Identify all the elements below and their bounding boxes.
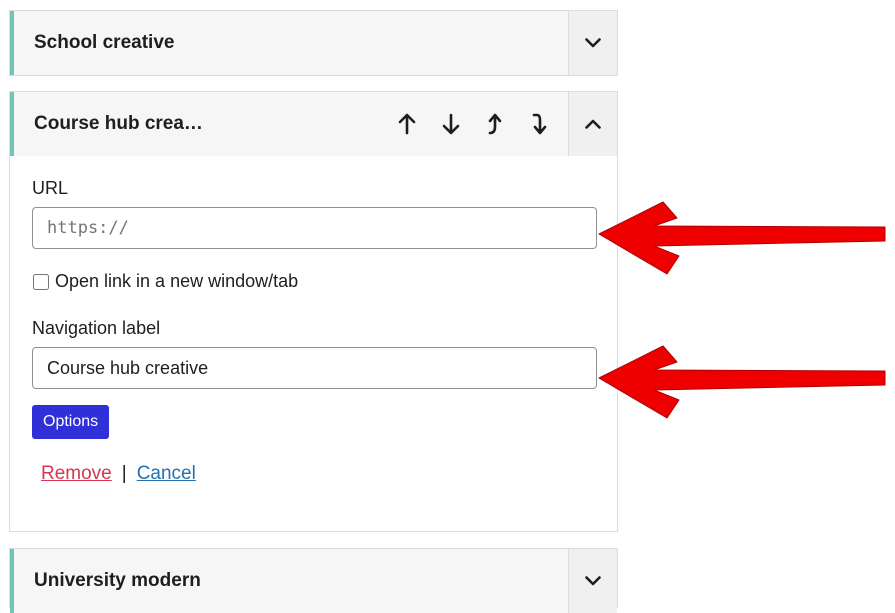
arrow-down-icon[interactable] <box>438 111 464 137</box>
menu-item-title: School creative <box>34 32 175 53</box>
new-tab-checkbox-label: Open link in a new window/tab <box>55 271 299 291</box>
menu-item-header[interactable]: University modern <box>10 549 617 613</box>
menu-item-university-modern: University modern <box>9 548 618 613</box>
menu-item-header[interactable]: Course hub crea… <box>10 92 617 156</box>
arrow-down-level-icon[interactable] <box>526 111 552 137</box>
expand-toggle-button[interactable] <box>568 549 617 613</box>
navigation-label-input[interactable] <box>32 347 597 389</box>
chevron-down-icon <box>585 576 601 586</box>
annotation-arrow-url <box>598 201 886 275</box>
new-tab-checkbox[interactable] <box>33 273 49 290</box>
remove-link[interactable]: Remove <box>41 463 112 484</box>
menu-item-settings: URL Open link in a new window/tab Naviga… <box>10 156 617 485</box>
item-actions: Remove | Cancel <box>41 463 595 485</box>
cancel-link[interactable]: Cancel <box>137 463 196 484</box>
url-input[interactable] <box>32 207 597 249</box>
reorder-controls <box>394 92 552 156</box>
url-label: URL <box>32 178 69 198</box>
expand-toggle-button[interactable] <box>568 11 617 75</box>
collapse-toggle-button[interactable] <box>568 92 617 156</box>
menu-item-school-creative: School creative <box>9 10 618 76</box>
arrow-up-icon[interactable] <box>394 111 420 137</box>
navigation-label-label: Navigation label <box>32 318 161 338</box>
new-tab-option: Open link in a new window/tab <box>32 271 595 292</box>
menu-item-title: Course hub crea… <box>34 113 203 134</box>
chevron-down-icon <box>585 38 601 48</box>
menu-item-title: University modern <box>34 570 201 591</box>
chevron-up-icon <box>585 119 601 129</box>
annotation-arrow-navigation-label <box>598 345 886 419</box>
actions-separator: | <box>121 463 127 484</box>
arrow-up-level-icon[interactable] <box>482 111 508 137</box>
options-button[interactable]: Options <box>32 405 110 439</box>
menu-item-header[interactable]: School creative <box>10 11 617 75</box>
menu-item-course-hub-creative: Course hub crea… URL Open link i <box>9 91 618 532</box>
